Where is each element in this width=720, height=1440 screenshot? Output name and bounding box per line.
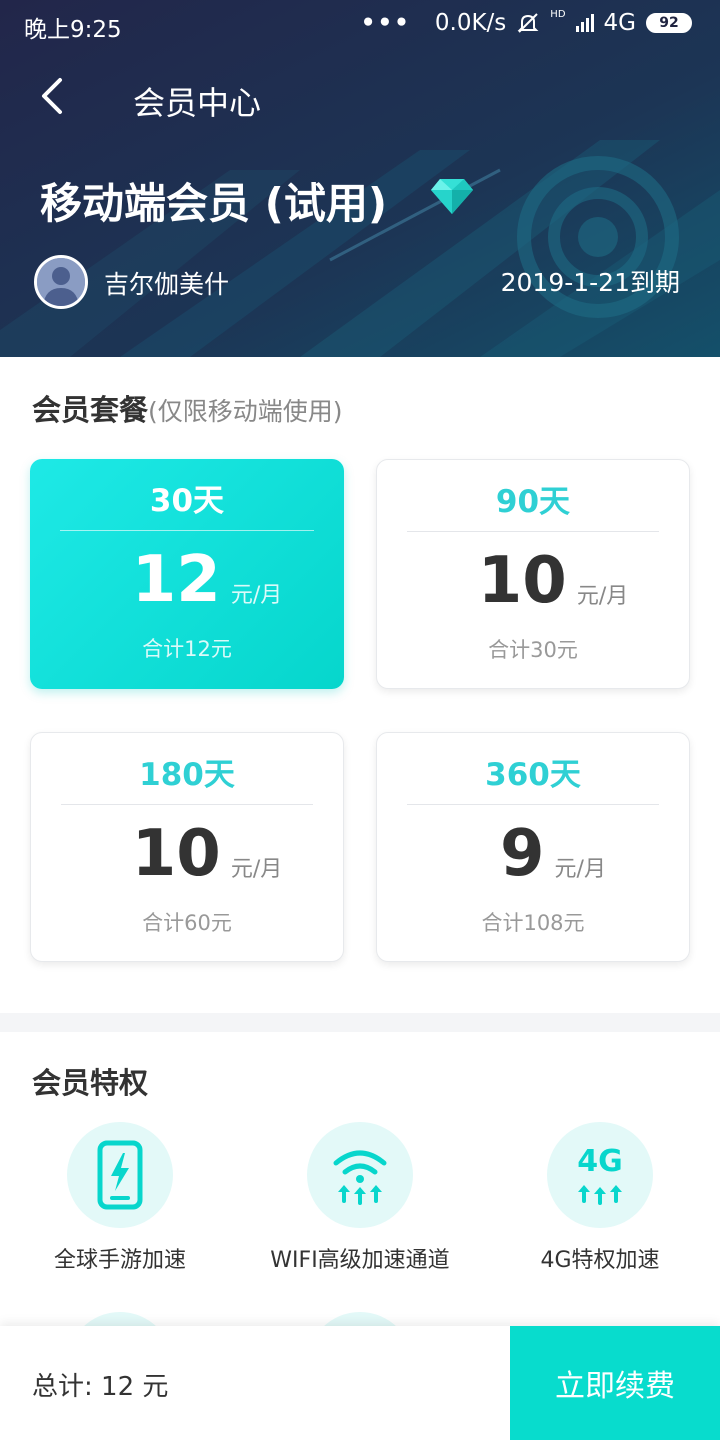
privilege-icon-circle [67, 1122, 173, 1228]
package-price: 10 [131, 817, 221, 891]
packages-subtitle: (仅限移动端使用) [148, 397, 343, 426]
privilege-item-wifi-boost[interactable]: WIFI高级加速通道 [240, 1122, 480, 1274]
package-card-180[interactable]: 180天 10 元/月 合计60元 [30, 732, 344, 962]
user-silhouette-icon [37, 258, 85, 306]
package-days: 360天 [485, 757, 581, 793]
network-type: 4G [603, 10, 636, 36]
package-price: 10 [477, 544, 567, 618]
package-unit: 元/月 [230, 583, 283, 608]
package-card-30[interactable]: 30天 12 元/月 合计12元 [30, 459, 344, 689]
privilege-item-4g-boost[interactable]: 4G 4G特权加速 [480, 1122, 720, 1274]
expire-date: 2019-1-21到期 [500, 268, 680, 297]
status-bar: 晚上9:25 ••• 0.0K/s HD 4G 92 [0, 0, 720, 50]
member-header: 晚上9:25 ••• 0.0K/s HD 4G 92 会员中心 移动端会员 (试… [0, 0, 720, 357]
package-total: 合计60元 [142, 911, 232, 935]
privilege-item-game-boost[interactable]: 全球手游加速 [0, 1122, 240, 1274]
privilege-label: 全球手游加速 [53, 1248, 186, 1273]
privilege-icon-circle: 4G [547, 1122, 653, 1228]
package-card-360[interactable]: 360天 9 元/月 合计108元 [376, 732, 690, 962]
package-unit: 元/月 [554, 857, 606, 882]
phone-lightning-icon [97, 1140, 143, 1210]
user-avatar[interactable] [34, 255, 88, 309]
card-divider [407, 531, 659, 532]
package-unit: 元/月 [576, 584, 629, 609]
username: 吉尔伽美什 [104, 270, 230, 299]
package-unit: 元/月 [230, 857, 283, 882]
renew-button[interactable]: 立即续费 [510, 1326, 720, 1440]
card-divider [60, 530, 314, 531]
wifi-boost-icon [333, 1150, 387, 1205]
package-days: 180天 [139, 757, 235, 793]
package-price: 12 [131, 543, 221, 617]
privilege-label: WIFI高级加速通道 [270, 1248, 450, 1273]
hd-label: HD [550, 9, 566, 20]
package-price: 9 [500, 817, 545, 891]
4g-text: 4G [577, 1144, 623, 1179]
packages-title-text: 会员套餐 [32, 393, 149, 427]
package-days: 90天 [495, 484, 571, 520]
battery-icon: 92 [646, 13, 692, 33]
package-total: 合计12元 [142, 637, 232, 661]
package-card-90[interactable]: 90天 10 元/月 合计30元 [376, 459, 690, 689]
back-arrow-icon[interactable] [36, 74, 76, 118]
package-total: 合计108元 [481, 911, 585, 935]
signal-icon [575, 14, 594, 32]
bottom-bar: 总计: 12 元 立即续费 [0, 1326, 720, 1440]
network-speed: 0.0K/s [434, 10, 507, 36]
diamond-icon [431, 179, 473, 214]
packages-section: 会员套餐(仅限移动端使用) 30天 12 元/月 合计12元 90天 10 元/… [0, 357, 720, 1013]
privilege-icon-circle [307, 1122, 413, 1228]
privilege-label: 4G特权加速 [540, 1248, 660, 1273]
packages-title: 会员套餐(仅限移动端使用) [32, 387, 343, 429]
mute-bell-icon [517, 13, 539, 33]
status-time: 晚上9:25 [24, 17, 122, 43]
page-title: 会员中心 [133, 84, 262, 122]
card-divider [407, 804, 659, 805]
status-more-dots: ••• [360, 10, 411, 36]
total-price-label: 总计: 12 元 [32, 1372, 169, 1402]
privileges-title: 会员特权 [32, 1066, 149, 1100]
membership-plan-title: 移动端会员 (试用) [40, 179, 388, 228]
package-days: 30天 [149, 483, 225, 519]
4g-boost-icon: 4G [577, 1144, 623, 1205]
package-total: 合计30元 [488, 638, 578, 662]
card-divider [61, 804, 313, 805]
